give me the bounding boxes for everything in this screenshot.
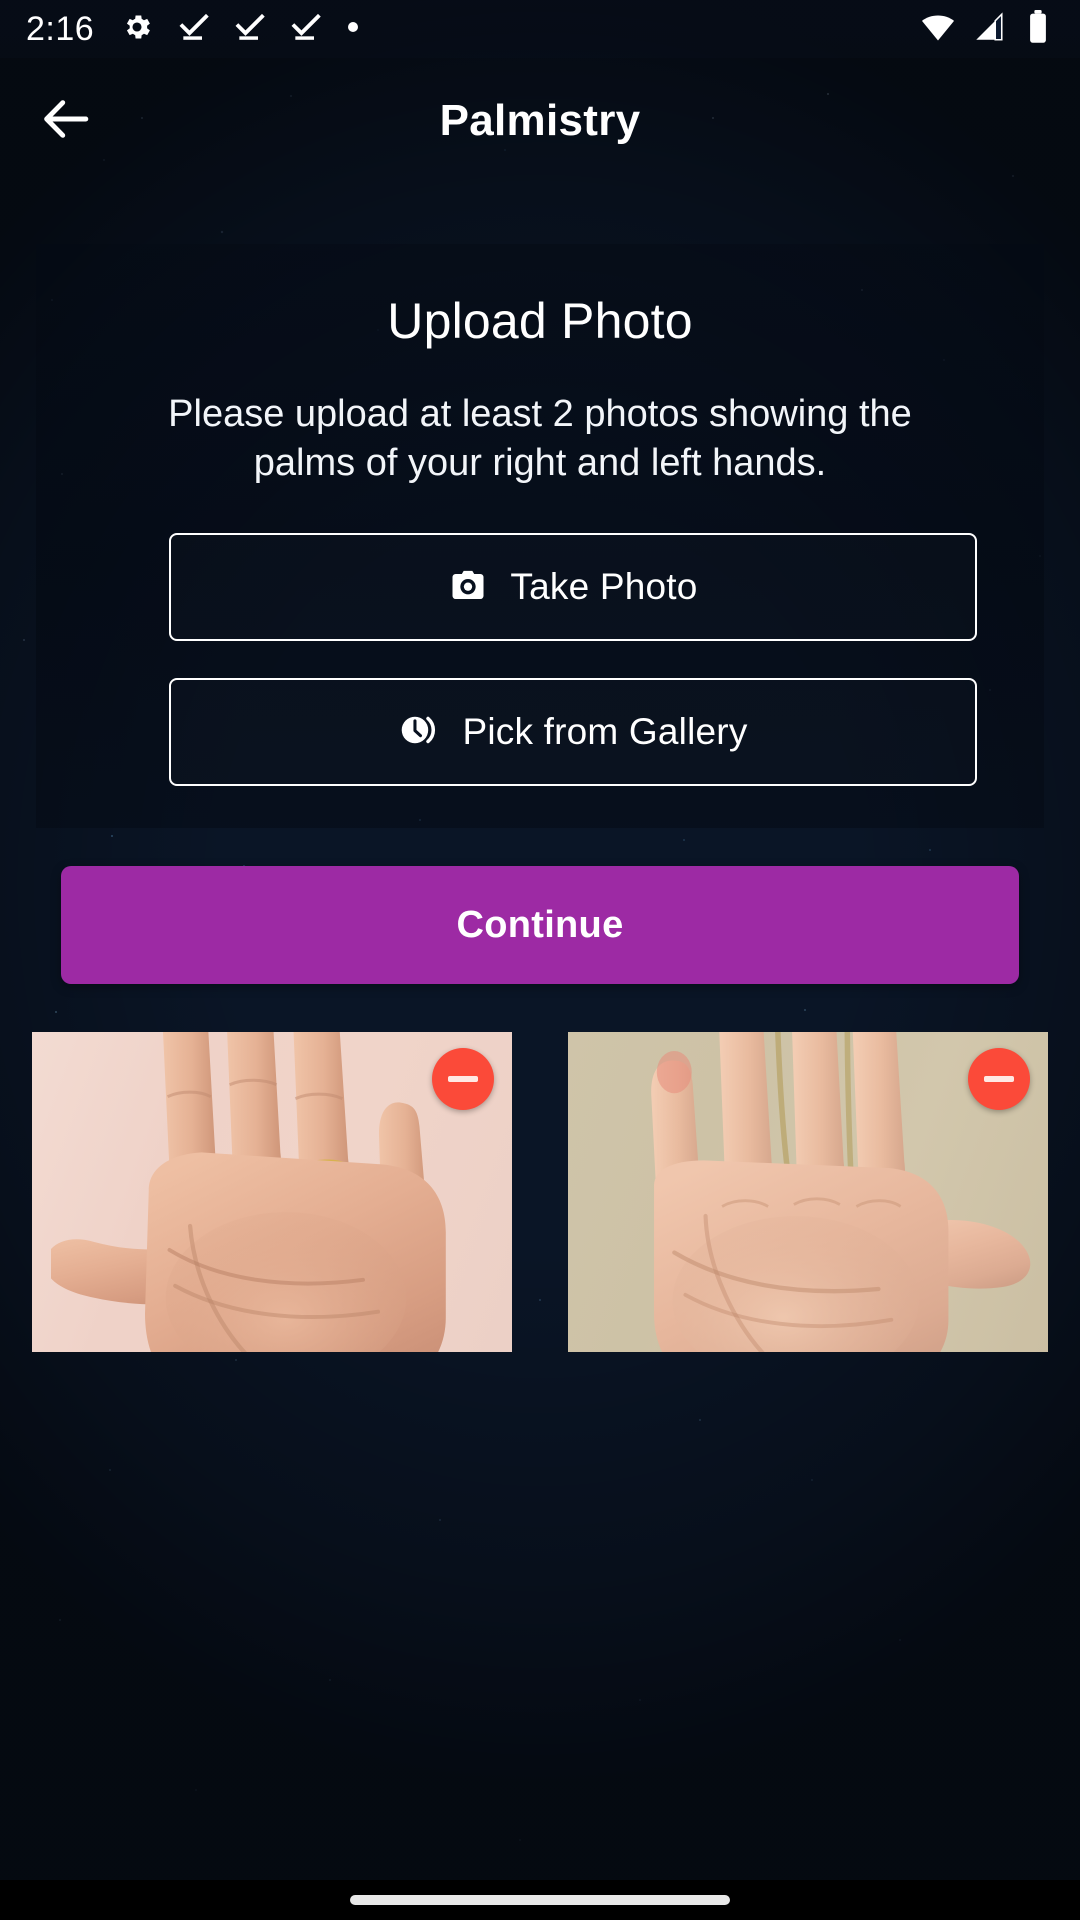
uploaded-photos-list: [32, 1032, 1048, 1352]
status-bar-system-icons: [920, 9, 1054, 50]
system-navigation-bar: [0, 1880, 1080, 1920]
task-complete-icon: [234, 11, 266, 48]
gear-icon: [120, 10, 154, 49]
card-title: Upload Photo: [387, 293, 693, 349]
cellular-signal-icon: [972, 10, 1006, 49]
remove-photo-button[interactable]: [968, 1048, 1030, 1110]
status-bar-notification-icons: [120, 10, 360, 49]
card-subtitle: Please upload at least 2 photos showing …: [168, 393, 912, 484]
camera-icon: [448, 565, 488, 610]
take-photo-label: Take Photo: [510, 566, 698, 607]
pick-from-gallery-label: Pick from Gallery: [462, 711, 748, 752]
continue-button[interactable]: Continue: [61, 866, 1019, 984]
page-title: Palmistry: [439, 96, 641, 145]
upload-photo-card: Upload Photo Please upload at least 2 ph…: [36, 244, 1044, 828]
status-bar: 2:16: [0, 0, 1080, 58]
home-gesture-pill[interactable]: [350, 1895, 730, 1905]
wifi-icon: [920, 9, 956, 50]
minus-circle-icon: [448, 1076, 478, 1082]
pick-from-gallery-button[interactable]: Pick from Gallery: [169, 678, 977, 786]
dot-icon: [346, 20, 360, 39]
battery-full-icon: [1022, 9, 1054, 49]
minus-circle-icon: [984, 1076, 1014, 1082]
back-button[interactable]: [18, 73, 114, 169]
photo-thumbnail[interactable]: [32, 1032, 512, 1352]
app-screen: 2:16 Palmistry Upload Photo Please uploa…: [0, 0, 1080, 1920]
task-complete-icon: [178, 11, 210, 48]
arrow-left-icon: [38, 91, 94, 152]
take-photo-button[interactable]: Take Photo: [169, 533, 977, 641]
photo-thumbnail[interactable]: [568, 1032, 1048, 1352]
task-complete-icon: [290, 11, 322, 48]
history-clock-icon: [398, 709, 440, 756]
app-bar: Palmistry: [0, 58, 1080, 184]
status-bar-clock: 2:16: [26, 10, 95, 48]
remove-photo-button[interactable]: [432, 1048, 494, 1110]
